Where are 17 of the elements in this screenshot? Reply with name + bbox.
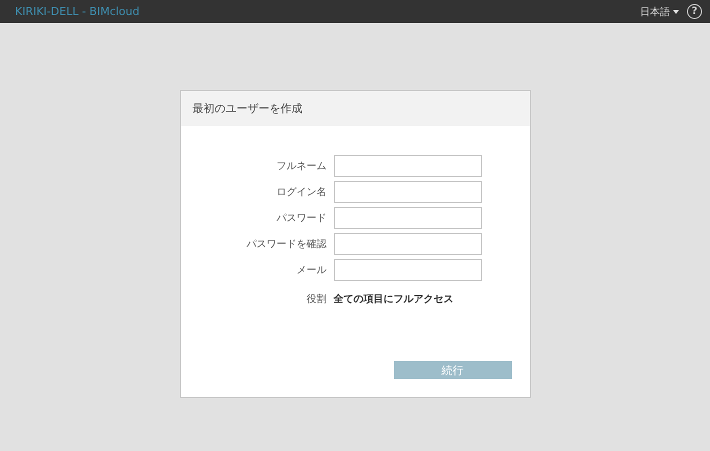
input-field[interactable] [334,233,482,255]
field-label: 役割 [306,292,326,306]
input-field[interactable] [334,259,482,281]
input-field[interactable] [334,181,482,203]
language-menu[interactable]: 日本語 [640,4,679,18]
input-field[interactable] [334,155,482,177]
dialog-title: 最初のユーザーを作成 [192,101,302,116]
field-label: フルネーム [276,160,326,173]
caret-icon [673,10,679,14]
field-label: パスワードを確認 [246,238,326,251]
help-button[interactable]: ? [687,4,702,19]
input-field[interactable] [334,207,482,229]
role-value: 全ての項目にフルアクセス [334,292,454,306]
app-title: KIRIKI-DELL - BIMcloud [15,5,140,18]
field-label: メール [296,264,326,277]
field-label: ログイン名 [276,186,326,199]
field-label: パスワード [276,212,326,225]
